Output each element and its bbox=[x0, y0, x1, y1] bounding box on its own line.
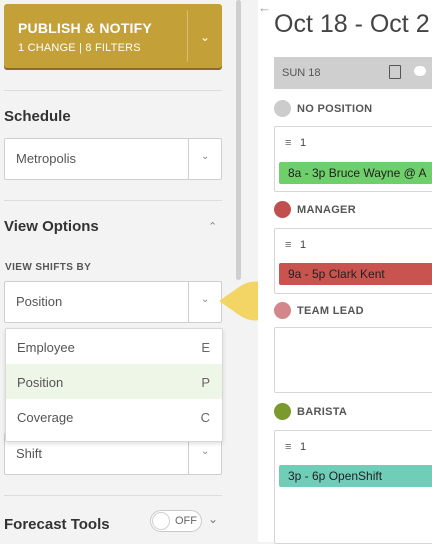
chevron-down-icon[interactable]: ⌄ bbox=[208, 512, 218, 526]
position-name: BARISTA bbox=[297, 406, 348, 418]
shift-count: ≡ 1 bbox=[285, 137, 306, 149]
shift-block[interactable]: 8a - 3p Bruce Wayne @ A bbox=[279, 162, 432, 184]
publish-divider bbox=[187, 10, 188, 62]
menu-item-shortcut: E bbox=[201, 340, 210, 355]
menu-item-label: Position bbox=[17, 375, 64, 390]
view-shifts-by-value: Position bbox=[16, 294, 63, 309]
count-value: 1 bbox=[300, 239, 307, 251]
shift-card: ≡ 1 9a - 5p Clark Kent bbox=[274, 228, 432, 294]
position-name: TEAM LEAD bbox=[297, 305, 364, 317]
sidebar: PUBLISH & NOTIFY 1 CHANGE | 8 FILTERS ⌄ … bbox=[0, 0, 236, 542]
menu-item-shortcut: C bbox=[200, 410, 210, 425]
chevron-up-icon[interactable]: ⌃ bbox=[208, 220, 217, 233]
count-value: 1 bbox=[300, 441, 307, 453]
forecast-tools-title: Forecast Tools bbox=[4, 516, 110, 533]
location-select[interactable]: Metropolis ⌄ bbox=[4, 138, 222, 180]
view-shifts-by-label: VIEW SHIFTS BY bbox=[5, 262, 92, 273]
chevron-down-icon[interactable]: ⌄ bbox=[200, 30, 210, 44]
shift-card-empty[interactable] bbox=[274, 327, 432, 393]
location-value: Metropolis bbox=[16, 151, 76, 166]
select-divider bbox=[188, 139, 189, 179]
shift-count: ≡ 1 bbox=[285, 441, 306, 453]
menu-item-shortcut: P bbox=[201, 375, 210, 390]
forecast-toggle[interactable]: OFF bbox=[150, 510, 202, 532]
select-divider bbox=[188, 282, 189, 322]
publish-notify-button[interactable]: PUBLISH & NOTIFY 1 CHANGE | 8 FILTERS ⌄ bbox=[4, 4, 222, 68]
shift-select-value: Shift bbox=[16, 446, 43, 461]
position-color-dot bbox=[274, 201, 291, 218]
count-value: 1 bbox=[300, 137, 307, 149]
view-options-title: View Options bbox=[4, 218, 99, 235]
chevron-down-icon[interactable]: ⌄ bbox=[201, 151, 209, 162]
chevron-down-icon[interactable]: ⌄ bbox=[201, 446, 209, 457]
position-name: NO POSITION bbox=[297, 103, 373, 115]
shift-text: 9a - 5p Clark Kent bbox=[288, 267, 385, 281]
shift-text: 3p - 6p OpenShift bbox=[288, 469, 383, 483]
comment-icon[interactable] bbox=[414, 66, 426, 76]
menu-item-employee[interactable]: Employee E bbox=[6, 329, 222, 364]
menu-item-position[interactable]: Position P bbox=[6, 364, 222, 399]
toggle-label: OFF bbox=[175, 515, 197, 527]
menu-item-label: Coverage bbox=[17, 410, 74, 425]
day-label: SUN 18 bbox=[282, 67, 321, 79]
shift-count: ≡ 1 bbox=[285, 239, 306, 251]
view-shifts-by-menu: Employee E Position P Coverage C bbox=[5, 328, 223, 442]
chevron-down-icon[interactable]: ⌄ bbox=[201, 294, 209, 305]
staffing-icon: ≡ bbox=[285, 137, 292, 149]
staffing-icon: ≡ bbox=[285, 441, 292, 453]
position-color-dot bbox=[274, 100, 291, 117]
divider bbox=[4, 90, 222, 91]
week-title: Oct 18 - Oct 2 bbox=[274, 10, 430, 38]
toggle-knob bbox=[152, 512, 170, 530]
position-color-dot bbox=[274, 302, 291, 319]
shift-block[interactable]: 3p - 6p OpenShift bbox=[279, 465, 432, 487]
divider bbox=[4, 200, 222, 201]
publish-title: PUBLISH & NOTIFY bbox=[18, 20, 152, 36]
menu-item-coverage[interactable]: Coverage C bbox=[6, 399, 222, 434]
divider bbox=[4, 495, 222, 496]
publish-subtitle: 1 CHANGE | 8 FILTERS bbox=[18, 42, 141, 54]
day-header: SUN 18 bbox=[274, 57, 432, 89]
sidebar-scrollbar[interactable] bbox=[236, 0, 241, 280]
position-name: MANAGER bbox=[297, 204, 356, 216]
shift-card: ≡ 1 8a - 3p Bruce Wayne @ A bbox=[274, 126, 432, 192]
menu-item-label: Employee bbox=[17, 340, 75, 355]
position-color-dot bbox=[274, 403, 291, 420]
shift-text: 8a - 3p Bruce Wayne @ A bbox=[288, 166, 427, 180]
schedule-title: Schedule bbox=[4, 108, 71, 125]
shift-block[interactable]: 9a - 5p Clark Kent bbox=[279, 263, 432, 285]
staffing-icon: ≡ bbox=[285, 239, 292, 251]
back-arrow-icon[interactable]: ← bbox=[258, 0, 271, 15]
clipboard-icon[interactable] bbox=[389, 65, 401, 79]
shift-card: ≡ 1 3p - 6p OpenShift bbox=[274, 430, 432, 544]
view-shifts-by-select[interactable]: Position ⌄ bbox=[4, 281, 222, 323]
